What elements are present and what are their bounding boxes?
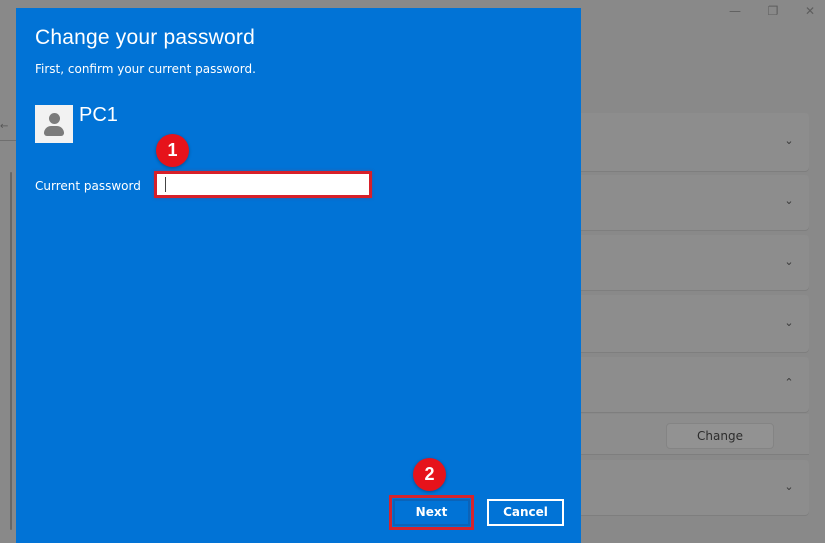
settings-card-1[interactable]: ⌄ [560, 113, 809, 171]
minimize-icon[interactable]: — [720, 2, 750, 20]
step-2-badge: 2 [413, 458, 446, 491]
settings-card-password-expanded[interactable]: ⌃ [560, 357, 809, 412]
dialog-title: Change your password [35, 26, 255, 49]
settings-card-2[interactable]: ⌄ [560, 175, 809, 230]
change-password-dialog: Change your password First, confirm your… [16, 8, 581, 543]
dialog-subtitle: First, confirm your current password. [35, 62, 256, 76]
current-password-input[interactable] [154, 171, 372, 198]
text-caret [165, 177, 166, 192]
chevron-down-icon: ⌄ [784, 194, 794, 207]
settings-card-6[interactable]: ⌄ [560, 460, 809, 515]
avatar-head [49, 113, 60, 124]
step-1-badge: 1 [156, 134, 189, 167]
chevron-up-icon: ⌃ [784, 376, 794, 389]
back-arrow-icon[interactable]: ← [0, 121, 10, 132]
avatar-body [44, 126, 64, 136]
scrollbar[interactable] [10, 172, 12, 530]
chevron-down-icon: ⌄ [784, 316, 794, 329]
change-password-button[interactable]: Change [666, 423, 774, 449]
next-button[interactable]: Next [389, 495, 474, 530]
restore-icon[interactable]: ❐ [758, 2, 788, 20]
user-avatar-icon [35, 105, 73, 143]
settings-card-4[interactable]: ⌄ [560, 295, 809, 352]
chevron-down-icon: ⌄ [784, 255, 794, 268]
close-icon[interactable]: ✕ [795, 2, 825, 20]
chevron-down-icon: ⌄ [784, 480, 794, 493]
settings-card-3[interactable]: ⌄ [560, 235, 809, 290]
current-password-label: Current password [35, 179, 141, 193]
divider [0, 140, 16, 141]
account-name: PC1 [79, 104, 118, 126]
chevron-down-icon: ⌄ [784, 134, 794, 147]
cancel-button[interactable]: Cancel [487, 499, 564, 526]
